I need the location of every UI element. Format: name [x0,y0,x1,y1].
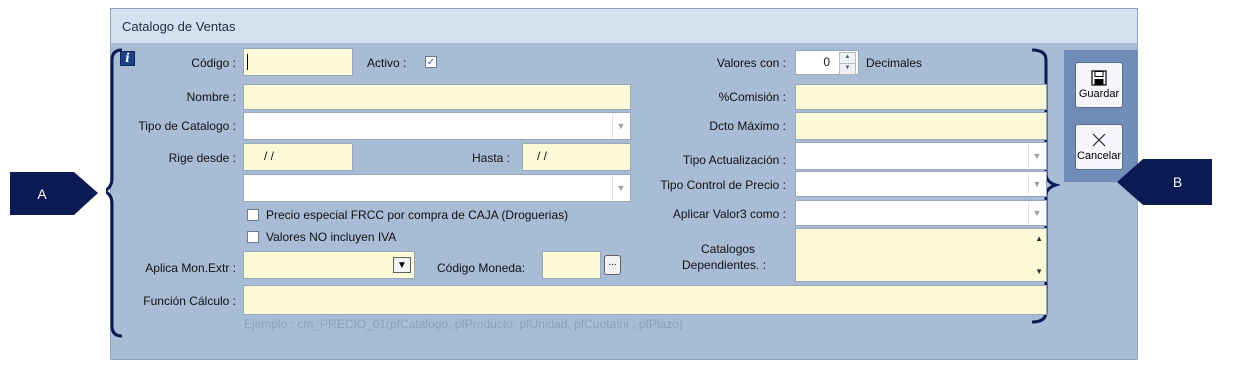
dcto-maximo-input[interactable] [795,112,1047,140]
catalogos-dependientes-label-1: Catalogos [701,242,756,256]
catalogos-dependientes-label-2: Dependientes. : [682,258,767,272]
chevron-down-icon[interactable]: ▼ [393,257,411,273]
precio-especial-label: Precio especial FRCC por compra de CAJA … [266,208,569,222]
tipo-actualizacion-label: Tipo Actualización : [683,153,786,167]
tipo-catalogo-label: Tipo de Catalogo : [138,119,236,133]
scroll-up-icon[interactable]: ▲ [1035,234,1043,243]
tipo-control-precio-label: Tipo Control de Precio : [660,178,786,192]
callout-a-arrow [74,172,98,215]
nombre-input[interactable] [243,84,631,110]
codigo-moneda-label: Código Moneda: [437,261,526,275]
aplica-mon-extr-label: Aplica Mon.Extr : [145,261,236,275]
scroll-down-icon[interactable]: ▼ [1035,267,1043,276]
funcion-calculo-input[interactable] [243,285,1047,315]
funcion-calculo-hint: Ejemplo : cm_PRECIO_01(pfCatalogo, pfPro… [244,317,683,331]
comision-label: %Comisión : [718,90,786,104]
precio-especial-checkbox[interactable] [247,209,259,221]
funcion-calculo-label: Función Cálculo : [143,294,236,308]
dcto-maximo-label: Dcto Máximo : [709,119,786,133]
hasta-label: Hasta : [472,151,511,165]
guardar-button[interactable]: Guardar [1075,62,1123,108]
valores-con-spinner[interactable]: 0 ▲ ▼ [795,50,859,75]
text-cursor [247,54,248,70]
tipo-catalogo-select[interactable]: ▼ [243,112,631,140]
decimales-label: Decimales [866,56,923,70]
spin-down-icon[interactable]: ▼ [839,63,856,75]
valores-no-iva-label: Valores NO incluyen IVA [266,230,397,244]
guardar-label: Guardar [1078,88,1120,100]
codigo-moneda-input[interactable] [542,251,601,279]
window-title: Catalogo de Ventas [122,19,236,34]
activo-label: Activo : [367,56,407,70]
rige-desde-label: Rige desde : [168,151,236,165]
comision-input[interactable] [795,84,1047,110]
catalogos-dependientes-list[interactable]: ▲ ▼ [795,228,1047,282]
aplica-mon-extr-select[interactable]: ▼ [243,251,415,279]
close-icon [1092,133,1106,147]
chevron-down-icon[interactable]: ▼ [1028,173,1045,195]
codigo-input[interactable] [243,48,353,76]
rige-desde-input[interactable]: / / [243,143,353,171]
valores-con-label: Valores con : [716,56,786,70]
codigo-label: Código : [191,56,236,70]
tipo-actualizacion-select[interactable]: ▼ [795,142,1047,170]
valores-no-iva-checkbox[interactable] [247,231,259,243]
tipo-control-precio-select[interactable]: ▼ [795,171,1047,197]
save-icon [1091,70,1107,86]
hasta-input[interactable]: / / [522,143,631,171]
chevron-down-icon[interactable]: ▼ [1028,202,1045,224]
aplicar-valor3-label: Aplicar Valor3 como : [672,207,786,221]
codigo-moneda-lookup-button[interactable]: ... [604,255,621,275]
cancelar-label: Cancelar [1076,150,1122,162]
nombre-label: Nombre : [186,90,236,104]
activo-checkbox[interactable]: ✓ [425,56,437,68]
title-bar [111,9,1137,43]
chevron-down-icon[interactable]: ▼ [1028,144,1045,168]
extra-combo-select[interactable]: ▼ [243,174,631,202]
cancelar-button[interactable]: Cancelar [1075,124,1123,170]
aplicar-valor3-select[interactable]: ▼ [795,200,1047,226]
callout-b: B [1143,159,1212,205]
callout-a: A [10,172,74,215]
chevron-down-icon[interactable]: ▼ [612,114,629,138]
